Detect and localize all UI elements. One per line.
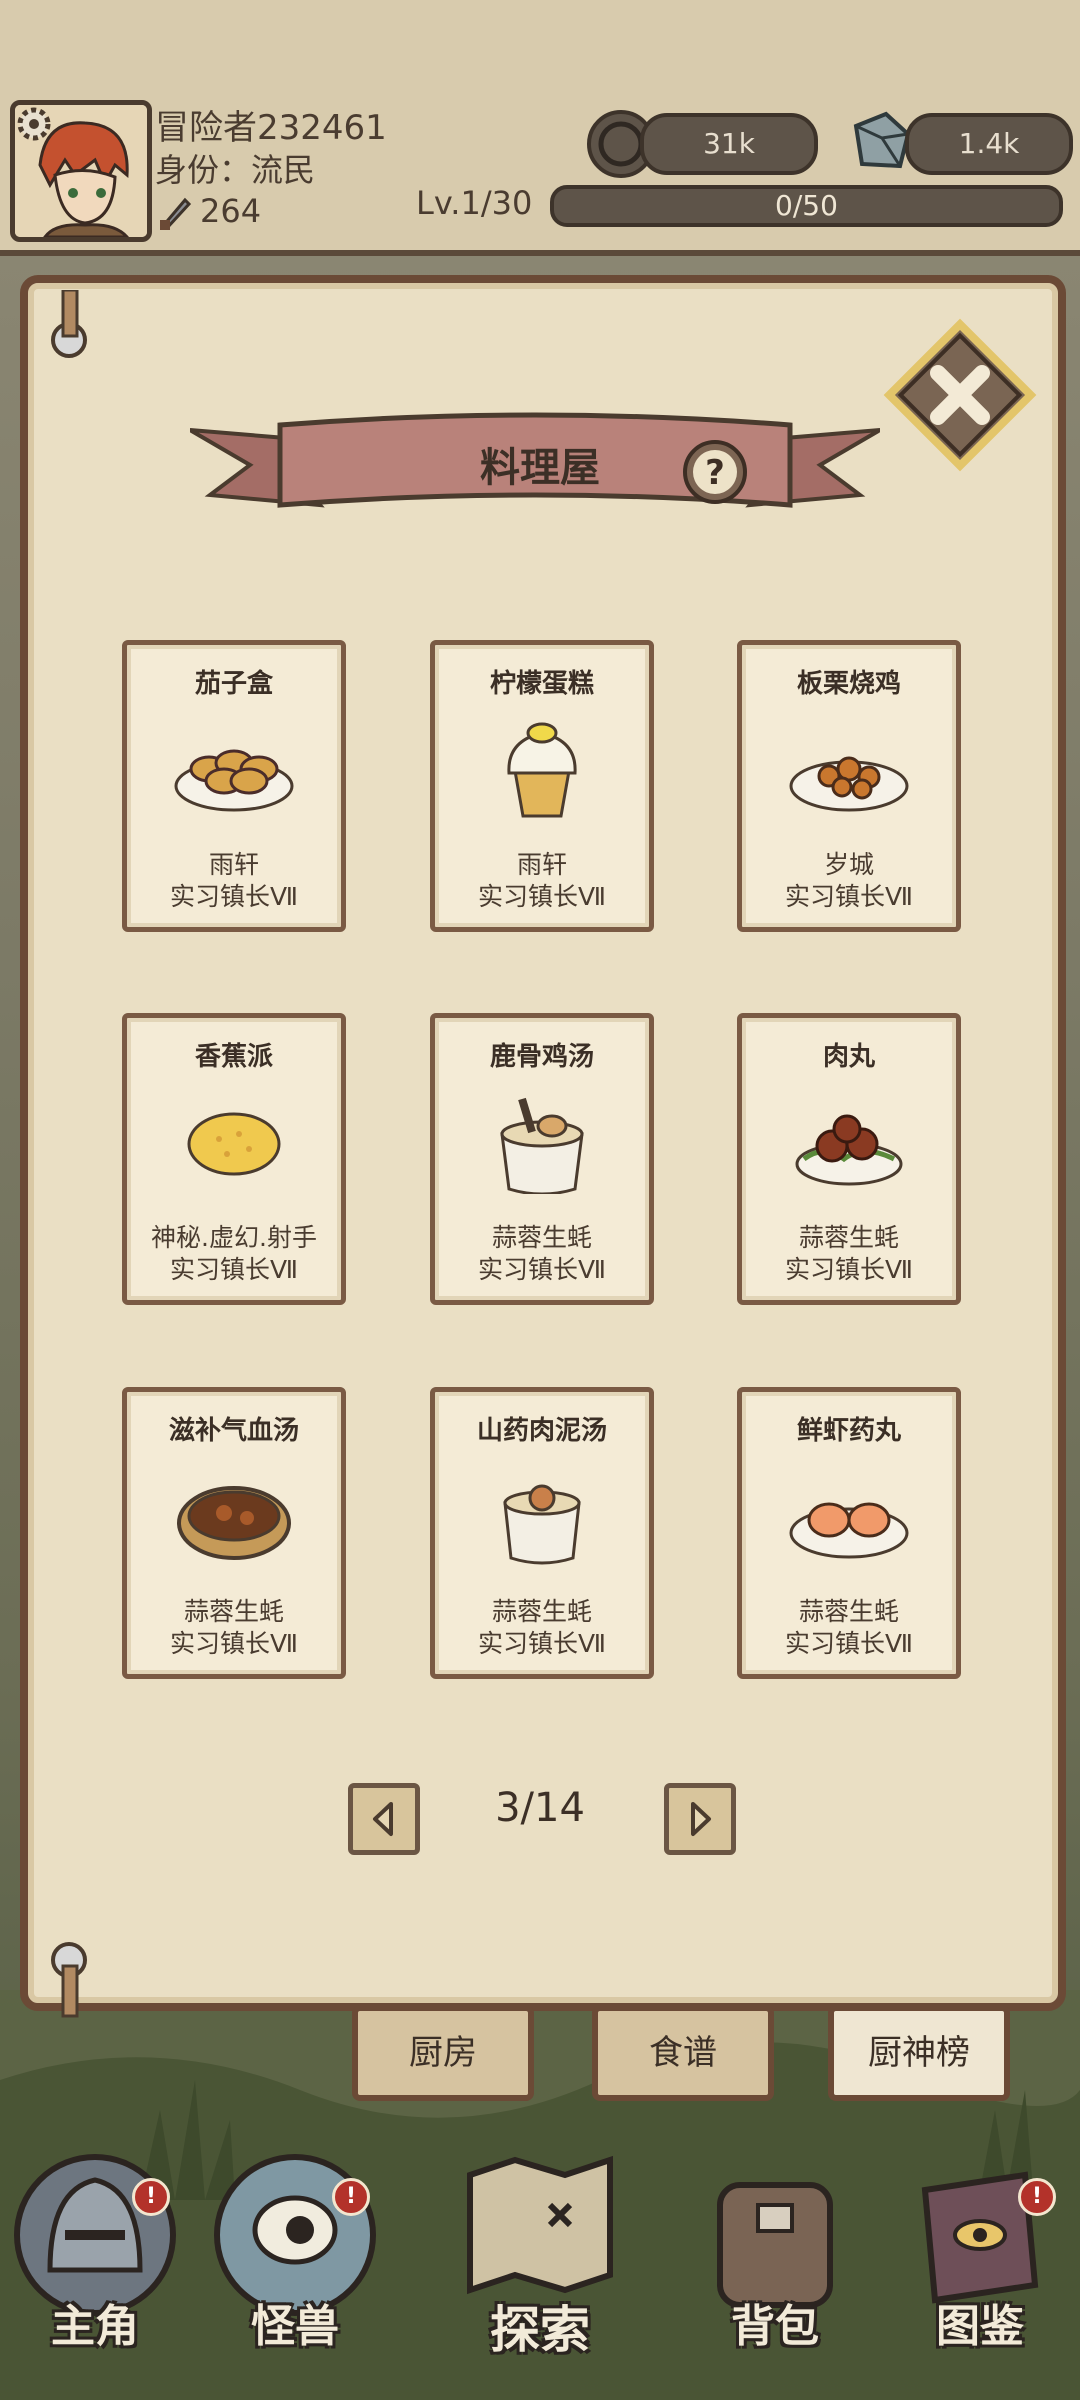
panel-title: 料理屋 bbox=[480, 445, 600, 491]
lemon-cake-icon bbox=[477, 711, 607, 821]
tab-kitchen[interactable]: 厨房 bbox=[352, 2005, 534, 2101]
deer-bone-soup-icon bbox=[477, 1084, 607, 1196]
level-text: Lv.1/30 bbox=[416, 184, 533, 222]
dish-name: 滋补气血汤 bbox=[168, 1416, 299, 1446]
dish-owner: 蒜蓉生蚝 bbox=[491, 1597, 592, 1626]
svg-text:?: ? bbox=[705, 453, 725, 493]
treasure-map-icon bbox=[467, 2155, 613, 2295]
owner-rank: 实习镇长Ⅶ bbox=[785, 1629, 913, 1658]
nav-monster-label: 怪兽 bbox=[251, 2301, 339, 2352]
alert-badge: ! bbox=[132, 2178, 170, 2216]
owner-rank: 实习镇长Ⅶ bbox=[478, 1629, 606, 1658]
owner-rank: 实习镇长Ⅶ bbox=[785, 1255, 913, 1284]
dish-owner: 蒜蓉生蚝 bbox=[798, 1597, 899, 1626]
gem-amount: 1.4k bbox=[905, 113, 1073, 175]
dish-owner: 蒜蓉生蚝 bbox=[183, 1597, 284, 1626]
exp-progress-bar: 0/50 bbox=[550, 185, 1063, 227]
dish-card[interactable]: 柠檬蛋糕雨轩实习镇长Ⅶ bbox=[430, 640, 654, 932]
arrow-right-icon bbox=[691, 1802, 711, 1836]
coin-amount: 31k bbox=[640, 113, 818, 175]
dish-owner: 蒜蓉生蚝 bbox=[798, 1223, 899, 1252]
tonic-soup-icon bbox=[169, 1458, 299, 1568]
dish-owner: 雨轩 bbox=[516, 850, 567, 879]
dish-owner: 岁城 bbox=[823, 850, 874, 879]
help-question-icon[interactable]: ? bbox=[680, 437, 750, 507]
dish-owner: 神秘.虚幻.射手 bbox=[151, 1223, 317, 1252]
tab-recipes[interactable]: 食谱 bbox=[592, 2005, 774, 2101]
player-identity: 身份：流民 bbox=[155, 151, 316, 189]
dish-name: 鹿骨鸡汤 bbox=[489, 1042, 594, 1072]
dish-name: 板栗烧鸡 bbox=[796, 669, 901, 699]
close-icon bbox=[883, 318, 1037, 472]
nav-codex-label: 图鉴 bbox=[936, 2301, 1024, 2352]
hanging-ring-icon bbox=[45, 288, 95, 360]
meatball-icon bbox=[784, 1084, 914, 1194]
nav-hero-label: 主角 bbox=[51, 2301, 139, 2352]
dish-owner: 蒜蓉生蚝 bbox=[491, 1223, 592, 1252]
player-name: 冒险者232461 bbox=[155, 108, 387, 148]
nav-explore-label: 探索 bbox=[490, 2301, 590, 2359]
owner-rank: 实习镇长Ⅶ bbox=[170, 1629, 298, 1658]
eggplant-box-icon bbox=[169, 711, 299, 821]
sword-power-icon bbox=[155, 192, 195, 232]
owner-rank: 实习镇长Ⅶ bbox=[170, 1255, 298, 1284]
yam-meat-soup-icon bbox=[477, 1458, 607, 1568]
chestnut-chicken-icon bbox=[784, 711, 914, 821]
next-page-button[interactable] bbox=[664, 1783, 736, 1855]
alert-badge: ! bbox=[332, 2178, 370, 2216]
dish-card[interactable]: 茄子盒雨轩实习镇长Ⅶ bbox=[122, 640, 346, 932]
prev-page-button[interactable] bbox=[348, 1783, 420, 1855]
dish-card[interactable]: 板栗烧鸡岁城实习镇长Ⅶ bbox=[737, 640, 961, 932]
close-button[interactable] bbox=[880, 315, 1040, 475]
dish-card[interactable]: 山药肉泥汤蒜蓉生蚝实习镇长Ⅶ bbox=[430, 1387, 654, 1679]
dish-card[interactable]: 香蕉派神秘.虚幻.射手 实习镇长Ⅶ bbox=[122, 1013, 346, 1305]
nav-bag-label: 背包 bbox=[731, 2301, 819, 2352]
owner-rank: 实习镇长Ⅶ bbox=[170, 882, 298, 911]
owner-rank: 实习镇长Ⅶ bbox=[478, 1255, 606, 1284]
dish-name: 柠檬蛋糕 bbox=[489, 669, 594, 699]
dish-card[interactable]: 滋补气血汤蒜蓉生蚝实习镇长Ⅶ bbox=[122, 1387, 346, 1679]
dish-name: 山药肉泥汤 bbox=[476, 1416, 607, 1446]
owner-rank: 实习镇长Ⅶ bbox=[785, 882, 913, 911]
settings-gear-icon[interactable] bbox=[14, 104, 54, 144]
dish-card[interactable]: 肉丸蒜蓉生蚝实习镇长Ⅶ bbox=[737, 1013, 961, 1305]
nav-explore-button[interactable] bbox=[455, 2135, 625, 2305]
owner-rank: 实习镇长Ⅶ bbox=[478, 882, 606, 911]
player-power: 264 bbox=[200, 192, 262, 230]
page-indicator: 3/14 bbox=[495, 1785, 585, 1831]
arrow-left-icon bbox=[373, 1802, 393, 1836]
dish-name: 茄子盒 bbox=[194, 669, 273, 699]
hanging-ring-icon bbox=[45, 1930, 95, 2020]
dish-name: 鲜虾药丸 bbox=[796, 1416, 901, 1446]
alert-badge: ! bbox=[1018, 2178, 1056, 2216]
dish-name: 香蕉派 bbox=[194, 1042, 273, 1072]
banana-pie-icon bbox=[169, 1084, 299, 1194]
dish-owner: 雨轩 bbox=[208, 850, 259, 879]
dish-card[interactable]: 鹿骨鸡汤蒜蓉生蚝实习镇长Ⅶ bbox=[430, 1013, 654, 1305]
tab-chef-ranking[interactable]: 厨神榜 bbox=[828, 2005, 1010, 2101]
shrimp-ball-icon bbox=[784, 1458, 914, 1568]
dish-name: 肉丸 bbox=[822, 1042, 875, 1072]
dish-card[interactable]: 鲜虾药丸蒜蓉生蚝实习镇长Ⅶ bbox=[737, 1387, 961, 1679]
